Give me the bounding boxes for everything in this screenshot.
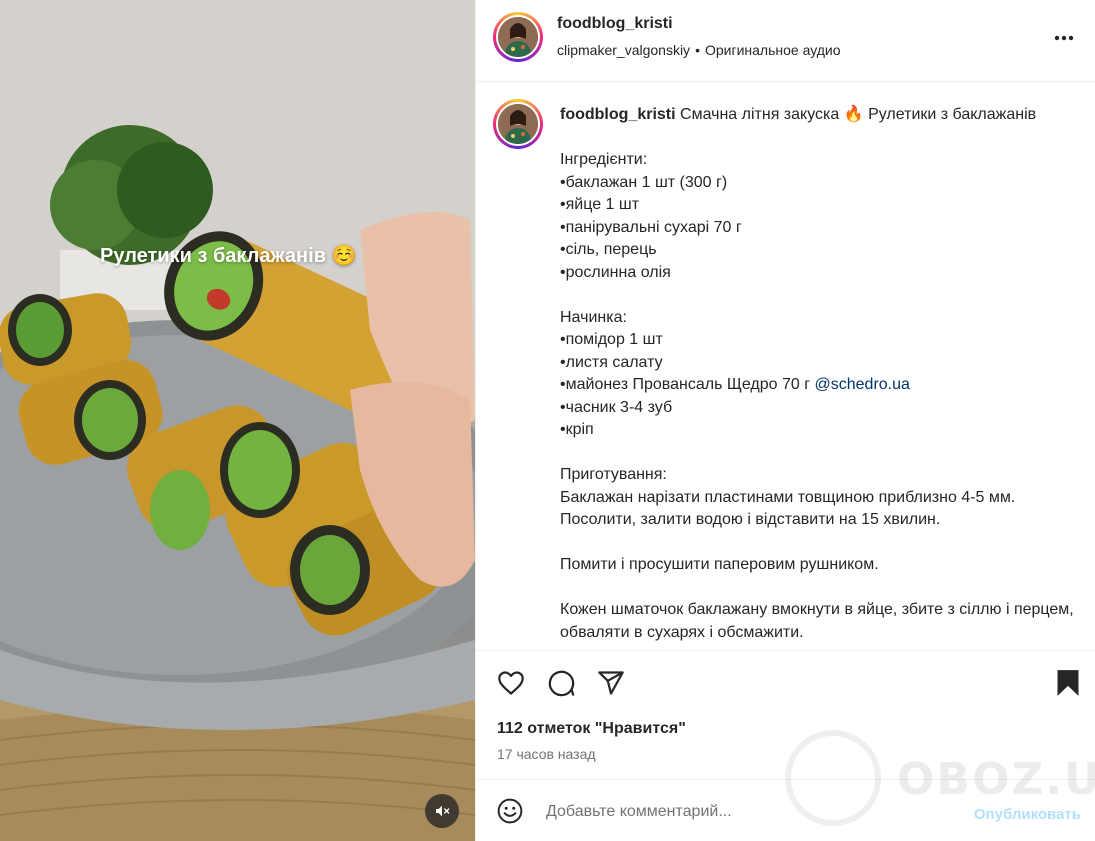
likes-count[interactable]: 112 отметок "Нравится" xyxy=(497,720,686,738)
caption-author-avatar[interactable] xyxy=(493,99,543,149)
post-timestamp[interactable]: 17 часов назад xyxy=(497,746,596,762)
mute-toggle-button[interactable] xyxy=(425,794,459,828)
publish-comment-button[interactable]: Опубликовать xyxy=(974,806,1081,823)
smiley-icon[interactable] xyxy=(497,798,523,824)
post-media[interactable]: Рулетики з баклажанів ☺️ xyxy=(0,0,475,841)
author-username[interactable]: foodblog_kristi xyxy=(557,15,673,33)
comment-form: Опубликовать xyxy=(476,779,1095,841)
more-horizontal-icon xyxy=(1054,35,1074,41)
separator-dot: • xyxy=(695,42,700,58)
post-header: foodblog_kristi clipmaker_valgonskiy • Ори… xyxy=(476,0,1095,82)
food-photo xyxy=(0,0,475,841)
post-caption: foodblog_kristi Смачна літня закуска 🔥 Р… xyxy=(560,104,1080,644)
heart-icon[interactable] xyxy=(496,669,526,697)
comments-area[interactable]: foodblog_kristi Смачна літня закуска 🔥 Р… xyxy=(476,83,1095,649)
caption-body-part-1: Інгредієнти: •баклажан 1 шт (300 г) •яйц… xyxy=(560,151,811,393)
comment-bubble-icon[interactable] xyxy=(547,669,576,697)
comment-input[interactable] xyxy=(546,800,946,824)
author-avatar[interactable] xyxy=(493,12,543,62)
audio-info: clipmaker_valgonskiy • Оригинальное аудио xyxy=(557,42,841,58)
bookmark-icon[interactable] xyxy=(1056,669,1080,697)
post-side-panel: foodblog_kristi clipmaker_valgonskiy • Ори… xyxy=(475,0,1095,841)
caption-intro: Смачна літня закуска 🔥 Рулетики з баклаж… xyxy=(680,106,1037,123)
post-actions: 112 отметок "Нравится" 17 часов назад xyxy=(476,650,1095,790)
audio-author-link[interactable]: clipmaker_valgonskiy xyxy=(557,42,690,58)
mention-link[interactable]: @schedro.ua xyxy=(815,376,910,393)
paper-plane-icon[interactable] xyxy=(597,669,625,697)
speaker-muted-icon xyxy=(436,805,450,817)
caption-username[interactable]: foodblog_kristi xyxy=(560,106,676,123)
more-options-button[interactable] xyxy=(1052,28,1076,48)
video-overlay-caption: Рулетики з баклажанів ☺️ xyxy=(100,245,357,267)
audio-label[interactable]: Оригинальное аудио xyxy=(705,42,841,58)
caption-body-part-2: •часник 3-4 зуб •кріп Приготування: Бакл… xyxy=(560,398,1074,641)
